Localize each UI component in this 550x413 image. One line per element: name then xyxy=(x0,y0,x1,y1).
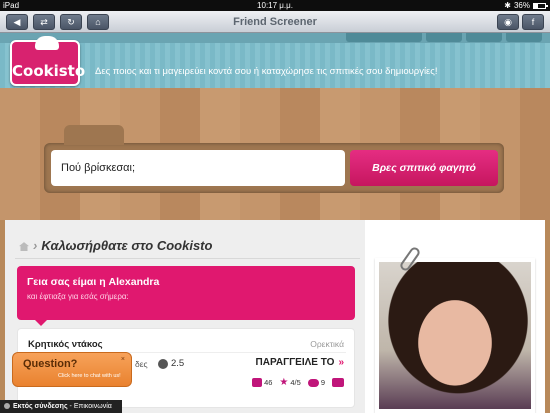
facebook-icon[interactable]: f xyxy=(522,14,544,30)
page-title: Καλωσήρθατε στο Cookisto xyxy=(41,238,213,253)
status-icons: ✱ 36% xyxy=(504,0,548,11)
order-button[interactable]: ΠΑΡΑΓΓΕΙΛΕ ΤΟ» xyxy=(256,357,344,368)
header-tab[interactable] xyxy=(466,33,502,42)
dish-portions-fragment: δες xyxy=(135,359,148,369)
heart-icon[interactable] xyxy=(332,378,344,387)
people-stat: 46 xyxy=(252,378,272,387)
search-section: Πού βρίσκεσαι; Βρες σπιτικό φαγητό xyxy=(0,88,550,220)
dish-price: 2.5 xyxy=(158,358,184,369)
bluetooth-icon: ✱ xyxy=(504,1,511,10)
search-panel: Πού βρίσκεσαι; Βρες σπιτικό φαγητό xyxy=(44,125,504,193)
greeting-title: Γεια σας είμαι η Alexandra xyxy=(27,276,160,288)
dish-stats: 46 ★ 4/5 9 xyxy=(252,377,344,388)
cook-photo-column xyxy=(365,220,545,413)
order-label[interactable]: ΠΑΡΑΓΓΕΙΛΕ ΤΟ xyxy=(256,357,335,368)
rating-stat: ★ 4/5 xyxy=(279,377,301,388)
comment-icon xyxy=(307,378,319,387)
battery-percent: 36% xyxy=(513,1,530,10)
chat-status-bar[interactable]: Εκτός σύνδεσης - Επικοινωνία xyxy=(0,400,122,413)
chef-hat-icon xyxy=(35,36,59,50)
toolbar-title: Friend Screener xyxy=(233,16,317,28)
cookisto-logo[interactable]: Cookisto xyxy=(10,36,86,86)
comment-count: 9 xyxy=(320,378,325,387)
find-food-button[interactable]: Βρες σπιτικό φαγητό xyxy=(350,150,498,186)
people-icon xyxy=(252,378,263,387)
price-value: 2.5 xyxy=(171,358,185,369)
favorite-stat[interactable] xyxy=(332,378,344,387)
people-count: 46 xyxy=(264,378,273,387)
dish-name[interactable]: Κρητικός ντάκος xyxy=(28,339,103,350)
chevron-right-icon: » xyxy=(338,357,344,368)
chat-widget[interactable]: Question? Click here to chat with us! × xyxy=(12,352,132,387)
cook-greeting: Γεια σας είμαι η Alexandra και έφτιαξα γ… xyxy=(17,266,355,326)
dish-category: Ορεκτικά xyxy=(310,339,344,349)
rating-value: 4/5 xyxy=(290,378,301,387)
settings-icon[interactable]: ◉ xyxy=(497,14,519,30)
status-contact[interactable]: - Επικοινωνία xyxy=(68,403,112,410)
greeting-subtitle: και έφτιαξα για εσάς σήμερα: xyxy=(27,292,129,301)
breadcrumb-separator: › xyxy=(33,238,38,253)
home-icon[interactable] xyxy=(19,242,29,252)
battery-icon xyxy=(533,2,548,9)
chat-subtitle[interactable]: Click here to chat with us! xyxy=(58,373,121,379)
star-icon: ★ xyxy=(279,377,289,388)
header-tab[interactable] xyxy=(346,33,422,42)
offline-status-icon xyxy=(4,403,10,410)
comments-stat: 9 xyxy=(307,378,325,387)
search-panel-tab xyxy=(64,125,124,145)
header-tab[interactable] xyxy=(506,33,542,42)
cook-photo xyxy=(375,258,535,413)
clock: 10:17 μ.μ. xyxy=(257,1,293,10)
breadcrumb: › Καλωσήρθατε στο Cookisto xyxy=(19,238,212,253)
app-toolbar: ◀ ⇄ ↻ ⌂ Friend Screener ◉ f xyxy=(0,11,550,33)
divider xyxy=(15,258,360,259)
header-tab[interactable] xyxy=(426,33,462,42)
site-tagline: Δες ποιος και τι μαγειρεύει κοντά σου ή … xyxy=(95,66,438,77)
header-tabs xyxy=(346,33,542,42)
status-offline: Εκτός σύνδεσης xyxy=(13,403,68,410)
logo-text: Cookisto xyxy=(12,62,86,80)
close-icon[interactable]: × xyxy=(121,356,125,363)
coin-icon xyxy=(158,358,168,369)
location-search-input[interactable]: Πού βρίσκεσαι; xyxy=(51,150,345,186)
system-status-bar: iPad 10:17 μ.μ. ✱ 36% xyxy=(0,0,550,11)
chat-title[interactable]: Question? xyxy=(23,358,77,370)
